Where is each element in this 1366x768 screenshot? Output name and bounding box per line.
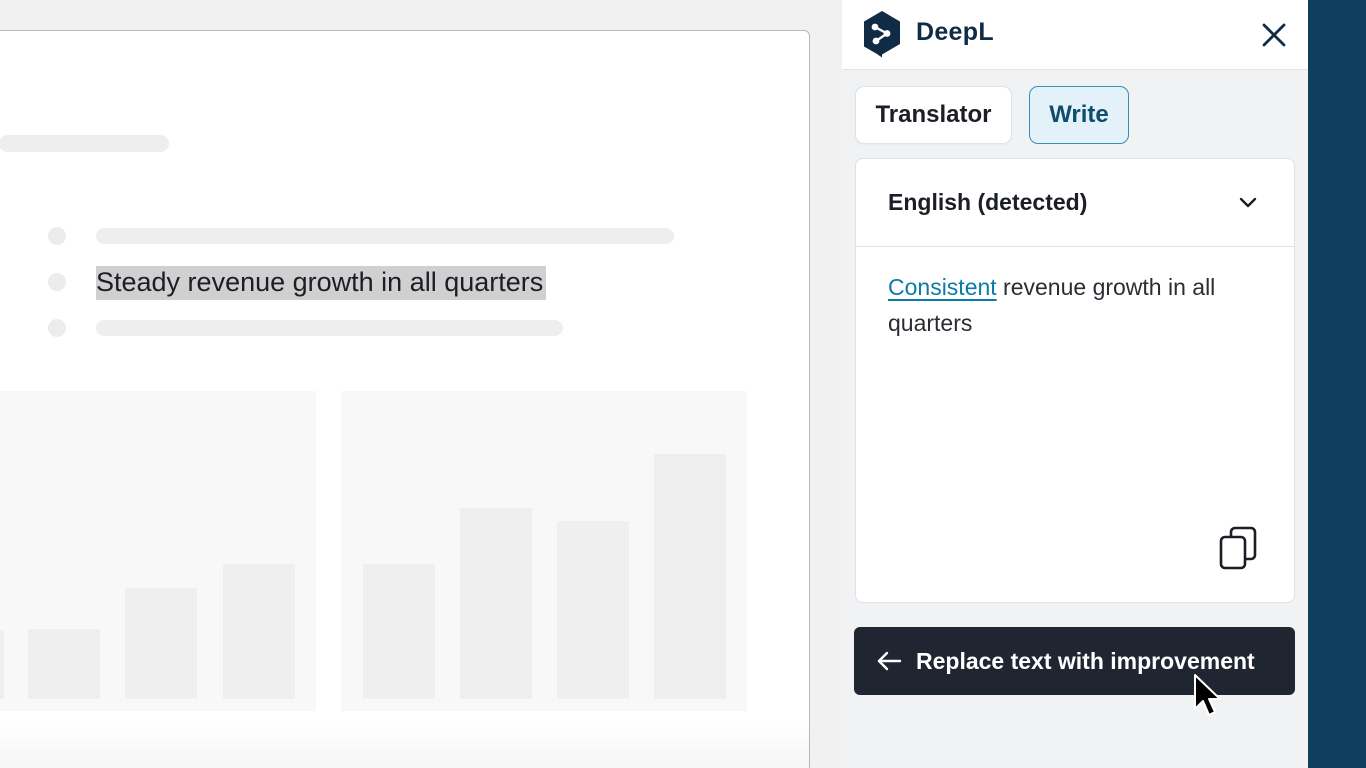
bullet-point xyxy=(48,273,66,291)
language-selector[interactable]: English (detected) xyxy=(856,159,1294,247)
selected-text[interactable]: Steady revenue growth in all quarters xyxy=(96,266,547,300)
chart-bar xyxy=(0,631,4,699)
placeholder-chart-right xyxy=(341,391,747,711)
bullet-point xyxy=(48,319,66,337)
panel-header: DeepL xyxy=(842,0,1308,70)
chart-bar xyxy=(557,521,629,699)
chart-bar xyxy=(125,588,197,699)
write-card: English (detected) Consistent revenue gr… xyxy=(855,158,1295,603)
placeholder-text-line xyxy=(96,228,674,244)
chart-bar xyxy=(223,564,295,699)
deepl-logo-icon xyxy=(864,11,900,58)
replace-text-label: Replace text with improvement xyxy=(916,647,1255,674)
improved-text: Consistent revenue growth in all quarter… xyxy=(888,269,1248,341)
close-icon[interactable] xyxy=(1259,20,1289,50)
side-strip xyxy=(1308,0,1366,768)
placeholder-heading-line xyxy=(0,135,169,152)
placeholder-chart-left xyxy=(0,391,316,711)
suggested-word[interactable]: Consistent xyxy=(888,274,997,300)
copy-icon[interactable] xyxy=(1218,526,1258,572)
chart-bar xyxy=(460,508,532,699)
chart-bar xyxy=(654,454,726,699)
tab-translator[interactable]: Translator xyxy=(855,86,1012,144)
chevron-down-icon xyxy=(1239,197,1257,208)
document-page: Steady revenue growth in all quarters xyxy=(0,30,810,768)
language-label: English (detected) xyxy=(888,189,1088,215)
chart-bar xyxy=(28,629,100,699)
mouse-pointer-icon xyxy=(1194,674,1221,716)
chart-bar xyxy=(363,564,435,699)
arrow-left-icon xyxy=(877,651,902,671)
brand-name: DeepL xyxy=(916,18,994,46)
deepl-panel: DeepL Translator Write English (detected… xyxy=(842,0,1308,768)
bottom-fade xyxy=(0,719,809,768)
tab-write[interactable]: Write xyxy=(1029,86,1129,144)
placeholder-text-line xyxy=(96,320,563,336)
replace-text-button[interactable]: Replace text with improvement xyxy=(854,627,1295,695)
bullet-point xyxy=(48,227,66,245)
